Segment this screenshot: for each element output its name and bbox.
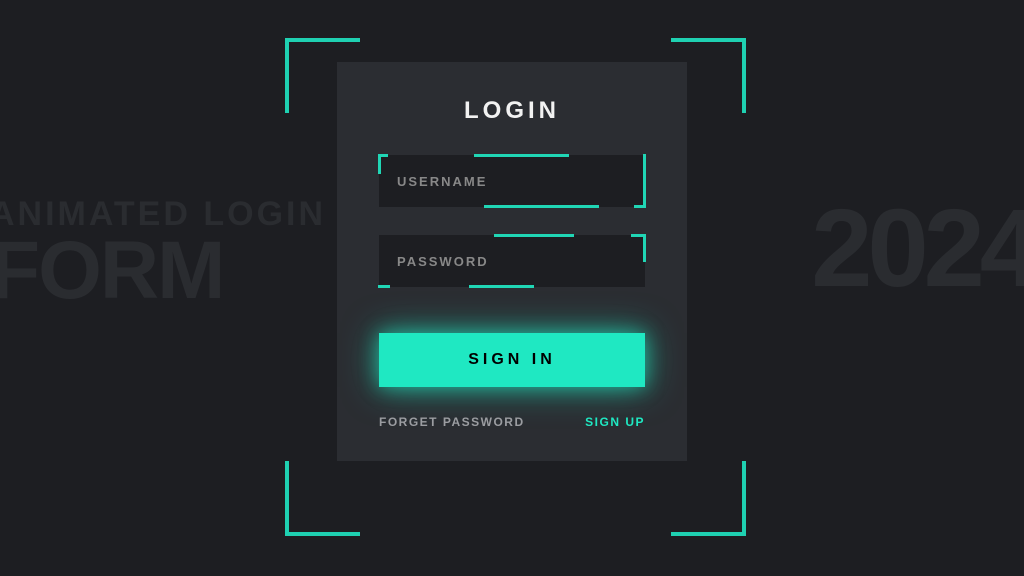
frame-corner-bottom-right	[671, 461, 746, 536]
password-input[interactable]	[379, 235, 645, 287]
signin-button[interactable]: SIGN IN	[379, 333, 645, 387]
input-border-segment	[378, 285, 390, 288]
frame-corner-bottom-left	[285, 461, 360, 536]
input-border-segment	[631, 234, 646, 237]
input-border-segment	[643, 154, 646, 208]
password-field-wrap	[379, 235, 645, 287]
footer-links: FORGET PASSWORD SIGN UP	[379, 415, 645, 429]
input-border-segment	[484, 205, 599, 208]
login-card: LOGIN SIGN IN FORGET PASSWORD SIGN UP	[337, 62, 687, 461]
input-border-segment	[378, 154, 381, 174]
input-border-segment	[469, 285, 534, 288]
input-border-segment	[643, 234, 646, 262]
input-border-segment	[494, 234, 574, 237]
input-border-segment	[634, 205, 646, 208]
signup-link[interactable]: SIGN UP	[585, 415, 645, 429]
bg-text-line2: FORM	[0, 234, 326, 308]
background-year: 2024	[811, 185, 1024, 312]
username-field-wrap	[379, 155, 645, 207]
background-title-left: ANIMATED LOGIN FORM	[0, 195, 326, 308]
username-input[interactable]	[379, 155, 645, 207]
forget-password-link[interactable]: FORGET PASSWORD	[379, 415, 525, 429]
input-border-segment	[474, 154, 569, 157]
login-title: LOGIN	[379, 97, 645, 125]
